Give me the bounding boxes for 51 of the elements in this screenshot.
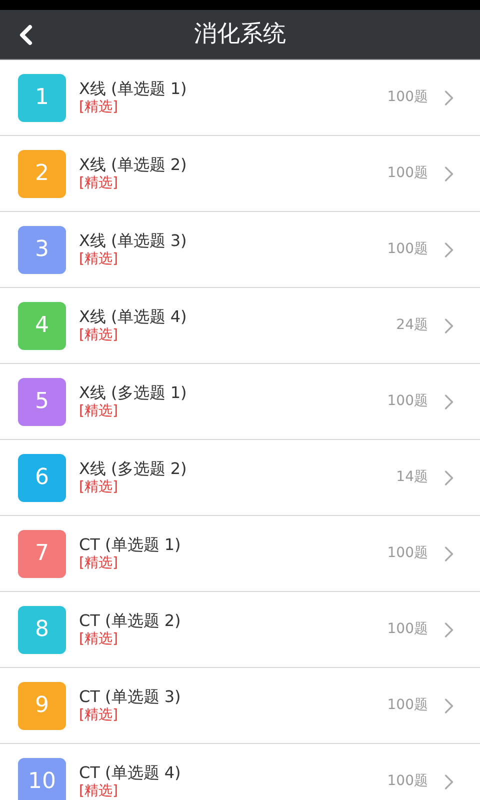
featured-tag: [精选] (79, 782, 388, 800)
number-badge: 8 (18, 606, 66, 654)
number-badge: 7 (18, 530, 66, 578)
number-badge: 10 (18, 758, 66, 800)
list-item[interactable]: 5 X线 (多选题 1) [精选] 100题 (0, 364, 480, 440)
item-title: CT (单选题 3) (79, 686, 182, 707)
question-count: 14题 (396, 468, 428, 487)
list-item[interactable]: 3 X线 (单选题 3) [精选] 100题 (0, 212, 480, 288)
question-count: 100题 (387, 772, 428, 791)
item-title: CT (单选题 1) (79, 534, 182, 555)
question-count: 100题 (387, 696, 428, 715)
list-item[interactable]: 8 CT (单选题 2) [精选] 100题 (0, 592, 480, 668)
list-item[interactable]: 7 CT (单选题 1) [精选] 100题 (0, 516, 480, 592)
question-count: 100题 (387, 620, 428, 639)
list-item[interactable]: 1 X线 (单选题 1) [精选] 100题 (0, 60, 480, 136)
number-badge: 9 (18, 682, 66, 730)
question-count: 100题 (387, 240, 428, 259)
item-title: X线 (单选题 4) (79, 306, 188, 327)
featured-tag: [精选] (79, 98, 388, 116)
list-item[interactable]: 9 CT (单选题 3) [精选] 100题 (0, 668, 480, 744)
item-title: CT (单选题 2) (79, 610, 182, 631)
featured-tag: [精选] (79, 402, 388, 420)
list-item[interactable]: 10 CT (单选题 4) [精选] 100题 (0, 744, 480, 800)
featured-tag: [精选] (79, 706, 388, 724)
number-badge: 2 (18, 150, 66, 198)
item-title: X线 (单选题 3) (79, 230, 188, 251)
header-title: 消化系统 (194, 20, 286, 50)
item-title: CT (单选题 4) (79, 762, 182, 783)
question-count: 100题 (387, 544, 428, 563)
item-title: X线 (多选题 1) (79, 382, 188, 403)
featured-tag: [精选] (79, 478, 396, 496)
item-title: X线 (单选题 2) (79, 154, 188, 175)
number-badge: 3 (18, 226, 66, 274)
question-count: 100题 (387, 392, 428, 411)
list-item[interactable]: 6 X线 (多选题 2) [精选] 14题 (0, 440, 480, 516)
featured-tag: [精选] (79, 630, 388, 648)
number-badge: 5 (18, 378, 66, 426)
number-badge: 1 (18, 74, 66, 122)
question-count: 100题 (387, 164, 428, 183)
item-title: X线 (多选题 2) (79, 458, 188, 479)
featured-tag: [精选] (79, 554, 388, 572)
question-count: 100题 (387, 88, 428, 107)
featured-tag: [精选] (79, 174, 388, 192)
featured-tag: [精选] (79, 326, 396, 344)
list-item[interactable]: 2 X线 (单选题 2) [精选] 100题 (0, 136, 480, 212)
list-item[interactable]: 4 X线 (单选题 4) [精选] 24题 (0, 288, 480, 364)
number-badge: 6 (18, 454, 66, 502)
item-title: X线 (单选题 1) (79, 78, 188, 99)
featured-tag: [精选] (79, 250, 388, 268)
question-count: 24题 (396, 316, 428, 335)
number-badge: 4 (18, 302, 66, 350)
